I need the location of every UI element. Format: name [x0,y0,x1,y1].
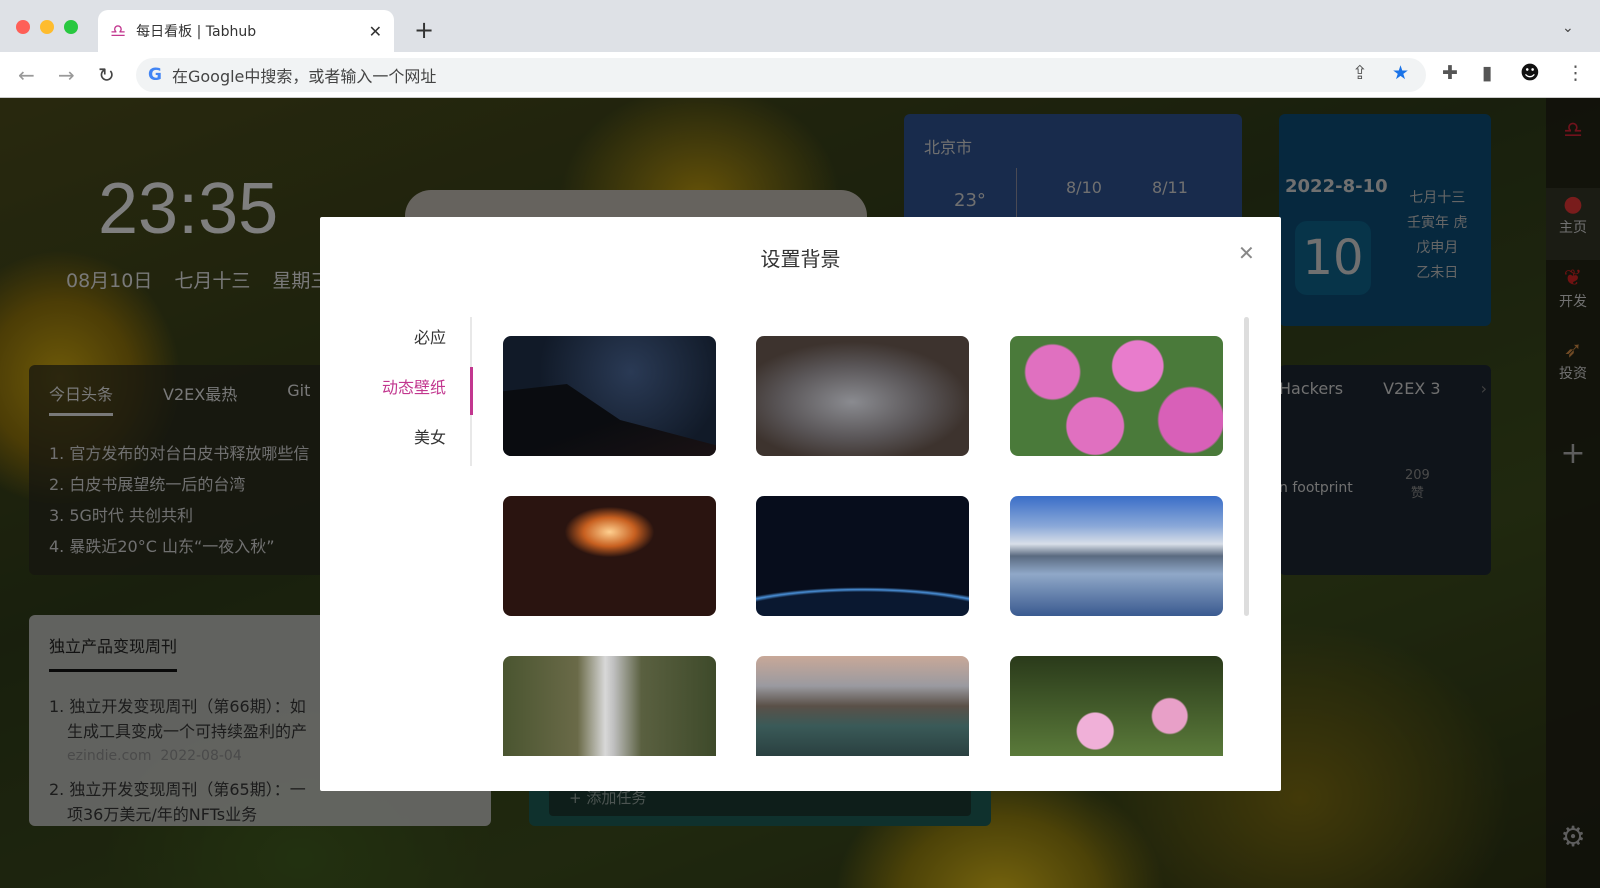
close-icon[interactable]: ✕ [1238,241,1255,265]
thumbnail-waterfall-canyon[interactable] [503,656,716,756]
thumbnail-lake-island[interactable] [756,656,969,756]
tabhub-octopus-icon: ♎ [110,20,127,42]
browser-tab[interactable]: ♎ 每日看板 | Tabhub ✕ [98,10,394,52]
active-indicator [470,367,473,415]
address-placeholder: 在Google中搜索，或者输入一个网址 [171,67,437,86]
forward-icon[interactable]: → [58,63,75,87]
reload-icon[interactable]: ↻ [98,63,115,87]
thumbnail-night-sky[interactable] [503,336,716,456]
address-bar[interactable]: G 在Google中搜索，或者输入一个网址 [136,58,1426,92]
back-icon[interactable]: ← [18,63,35,87]
tab-search-chevron-icon[interactable]: ⌄ [1562,20,1574,36]
close-window-button[interactable] [16,20,30,34]
maximize-window-button[interactable] [64,20,78,34]
profile-avatar-icon[interactable]: ☻ [1520,62,1540,84]
more-menu-icon[interactable]: ⋮ [1566,62,1585,84]
google-icon: G [148,65,162,85]
scrollbar[interactable] [1244,317,1249,616]
browser-toolbar: ← → ↻ G 在Google中搜索，或者输入一个网址 ⇪ ★ ✚ ▮ ☻ ⋮ [0,52,1600,98]
category-live-wallpaper[interactable]: 动态壁纸 [382,374,446,398]
thumbnail-pink-flowers[interactable] [1010,336,1223,456]
tab-strip: ♎ 每日看板 | Tabhub ✕ + ⌄ [0,0,1600,52]
tab-title: 每日看板 | Tabhub [136,24,257,40]
new-tab-button[interactable]: + [414,16,434,44]
background-category-menu: 必应 动态壁纸 美女 [360,317,472,466]
extensions-puzzle-icon[interactable]: ✚ [1442,62,1458,84]
thumbnail-earth-from-space[interactable] [756,496,969,616]
close-tab-icon[interactable]: ✕ [369,22,382,41]
thumbnail-cosmos-butterfly[interactable] [1010,656,1223,756]
set-background-dialog: 设置背景 ✕ 必应 动态壁纸 美女 [320,217,1281,791]
side-panel-icon[interactable]: ▮ [1482,62,1492,84]
thumbnail-mountain-lake[interactable] [1010,496,1223,616]
share-icon[interactable]: ⇪ [1352,62,1368,84]
category-beauty[interactable]: 美女 [414,424,446,448]
bookmark-star-icon[interactable]: ★ [1392,62,1409,84]
minimize-window-button[interactable] [40,20,54,34]
thumbnail-cat[interactable] [756,336,969,456]
dialog-title: 设置背景 [760,247,841,271]
thumbnail-fireplace-owl[interactable] [503,496,716,616]
category-bing[interactable]: 必应 [414,324,446,348]
